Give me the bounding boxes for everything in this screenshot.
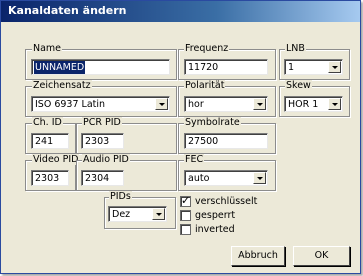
ok-button[interactable]: OK: [293, 246, 350, 266]
verschluesselt-checkbox[interactable]: [180, 194, 191, 207]
frequenz-input[interactable]: 11720: [184, 59, 268, 75]
dialog-window: Kanaldaten ändern Name UNNAMED Frequenz …: [0, 0, 361, 274]
inverted-label: inverted: [195, 224, 235, 235]
video-pid-input[interactable]: 2303: [31, 170, 69, 186]
pcr-pid-input[interactable]: 2303: [81, 133, 124, 149]
name-value: UNNAMED: [34, 61, 86, 74]
symbolrate-value: 27500: [188, 136, 219, 147]
zeichensatz-select[interactable]: ISO 6937 Latin: [31, 96, 170, 112]
ch-id-value: 241: [35, 136, 54, 147]
pids-value: Dez: [112, 209, 131, 220]
fec-select[interactable]: auto: [184, 170, 268, 186]
ch-id-label: Ch. ID: [32, 117, 63, 128]
cancel-button[interactable]: Abbruch: [231, 246, 285, 266]
video-pid-label: Video PID: [32, 154, 80, 165]
lnb-label: LNB: [285, 43, 306, 54]
pids-label: PIDs: [109, 191, 132, 202]
fec-label: FEC: [184, 154, 205, 165]
lnb-select[interactable]: 1: [284, 59, 343, 75]
title-bar: Kanaldaten ändern: [1, 1, 360, 22]
inverted-checkbox[interactable]: [180, 224, 191, 235]
verschluesselt-label: verschlüsselt: [195, 196, 258, 207]
window-title: Kanaldaten ändern: [8, 4, 127, 17]
frequenz-value: 11720: [188, 62, 219, 73]
chevron-down-icon[interactable]: [152, 208, 165, 220]
ch-id-input[interactable]: 241: [31, 133, 69, 149]
name-input[interactable]: UNNAMED: [31, 59, 170, 75]
video-pid-value: 2303: [35, 173, 60, 184]
pcr-pid-label: PCR PID: [82, 117, 122, 128]
symbolrate-label: Symbolrate: [184, 117, 241, 128]
chevron-down-icon[interactable]: [328, 61, 341, 73]
frequenz-label: Frequenz: [184, 43, 230, 54]
gesperrt-checkbox[interactable]: [180, 210, 191, 221]
chevron-down-icon[interactable]: [253, 98, 266, 110]
chevron-down-icon[interactable]: [328, 98, 341, 110]
audio-pid-label: Audio PID: [82, 154, 130, 165]
chevron-down-icon[interactable]: [155, 98, 168, 110]
symbolrate-input[interactable]: 27500: [184, 133, 268, 149]
fec-value: auto: [188, 173, 210, 184]
skew-select[interactable]: HOR 1: [284, 96, 343, 112]
lnb-value: 1: [288, 62, 295, 73]
pcr-pid-value: 2303: [85, 136, 110, 147]
name-label: Name: [32, 43, 63, 54]
skew-value: HOR 1: [288, 99, 319, 110]
polaritaet-label: Polarität: [184, 80, 226, 91]
polaritaet-select[interactable]: hor: [184, 96, 268, 112]
polaritaet-value: hor: [188, 99, 204, 110]
gesperrt-label: gesperrt: [195, 210, 236, 221]
chevron-down-icon[interactable]: [253, 172, 266, 184]
zeichensatz-label: Zeichensatz: [32, 80, 92, 91]
zeichensatz-value: ISO 6937 Latin: [35, 99, 106, 110]
skew-label: Skew: [285, 80, 312, 91]
audio-pid-value: 2304: [85, 173, 110, 184]
audio-pid-input[interactable]: 2304: [81, 170, 124, 186]
pids-select[interactable]: Dez: [108, 206, 167, 222]
